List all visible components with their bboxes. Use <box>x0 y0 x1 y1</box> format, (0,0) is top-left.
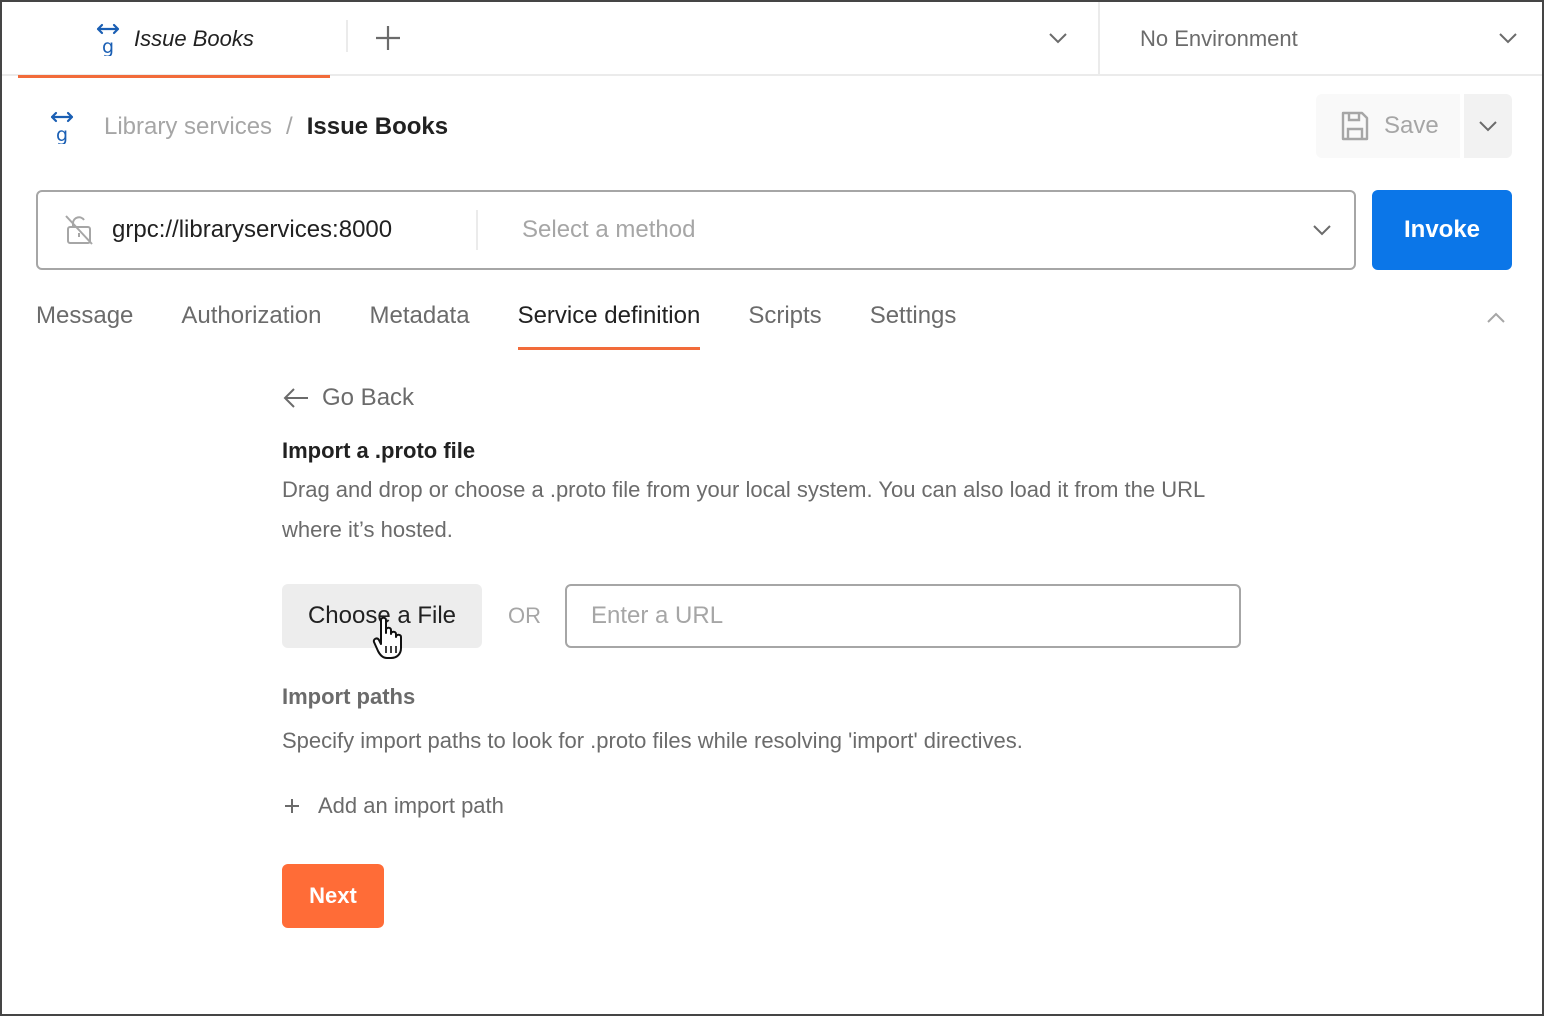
add-import-path-label: Add an import path <box>318 793 504 818</box>
method-placeholder: Select a method <box>522 216 696 243</box>
tab-divider <box>346 20 348 52</box>
import-paths-title: Import paths <box>282 684 416 709</box>
or-label: OR <box>508 603 541 628</box>
import-row: Choose a File OR <box>282 584 1242 648</box>
request-tabs: Message Authorization Metadata Service d… <box>36 292 1004 352</box>
save-options-button[interactable] <box>1464 94 1512 158</box>
tab-scripts[interactable]: Scripts <box>748 292 821 350</box>
breadcrumb-parent[interactable]: Library services <box>104 113 272 141</box>
svg-text:g: g <box>56 124 68 144</box>
tab-title: Issue Books <box>134 26 254 51</box>
tab-authorization[interactable]: Authorization <box>181 292 321 350</box>
collapse-panel-button[interactable] <box>1476 300 1516 336</box>
breadcrumb-separator: / <box>286 113 293 140</box>
server-url-input[interactable] <box>112 210 472 250</box>
plus-icon <box>285 799 299 813</box>
tab-metadata[interactable]: Metadata <box>369 292 469 350</box>
chevron-down-icon <box>1479 121 1497 132</box>
new-tab-button[interactable] <box>368 18 408 58</box>
tab-message[interactable]: Message <box>36 292 133 350</box>
save-button[interactable]: Save <box>1316 94 1460 158</box>
save-label: Save <box>1384 112 1439 139</box>
next-button[interactable]: Next <box>282 864 384 928</box>
import-proto-description: Drag and drop or choose a .proto file fr… <box>282 477 1205 542</box>
arrow-left-icon <box>283 388 308 408</box>
service-definition-panel: Go Back Import a .proto file Drag and dr… <box>282 374 1242 928</box>
breadcrumb-current[interactable]: Issue Books <box>307 113 448 141</box>
add-import-path-button[interactable]: Add an import path <box>282 788 1242 824</box>
breadcrumb: g Library services / Issue Books <box>48 102 448 152</box>
app-window: g Issue Books No Environment g Library s… <box>0 0 1544 1016</box>
import-paths-description: Specify import paths to look for .proto … <box>282 728 1023 753</box>
go-back-link[interactable]: Go Back <box>282 374 1242 422</box>
environment-label: No Environment <box>1140 26 1298 51</box>
choose-file-button[interactable]: Choose a File <box>282 584 482 648</box>
import-proto-title: Import a .proto file <box>282 438 476 463</box>
tab-settings[interactable]: Settings <box>870 292 957 350</box>
method-select[interactable]: Select a method <box>478 192 1354 268</box>
invoke-button[interactable]: Invoke <box>1372 190 1512 270</box>
chevron-down-icon <box>1049 33 1067 44</box>
go-back-label: Go Back <box>322 384 415 411</box>
lock-off-icon <box>65 215 93 245</box>
request-url-bar: Select a method <box>36 190 1356 270</box>
chevron-down-icon <box>1499 33 1517 44</box>
chevron-up-icon <box>1487 312 1505 323</box>
svg-text:g: g <box>102 36 114 56</box>
save-icon <box>1341 111 1369 141</box>
grpc-icon: g <box>50 111 74 144</box>
tab-service-definition[interactable]: Service definition <box>517 292 700 350</box>
plus-icon <box>376 26 400 50</box>
grpc-icon: g <box>96 23 120 56</box>
tabs-dropdown-button[interactable] <box>1038 20 1078 56</box>
tab-bar: g Issue Books No Environment <box>2 2 1542 78</box>
tab-issue-books[interactable]: g Issue Books <box>18 2 330 78</box>
chevron-down-icon <box>1313 225 1331 236</box>
environment-select[interactable]: No Environment <box>1100 2 1542 76</box>
proto-url-input[interactable] <box>565 584 1241 648</box>
